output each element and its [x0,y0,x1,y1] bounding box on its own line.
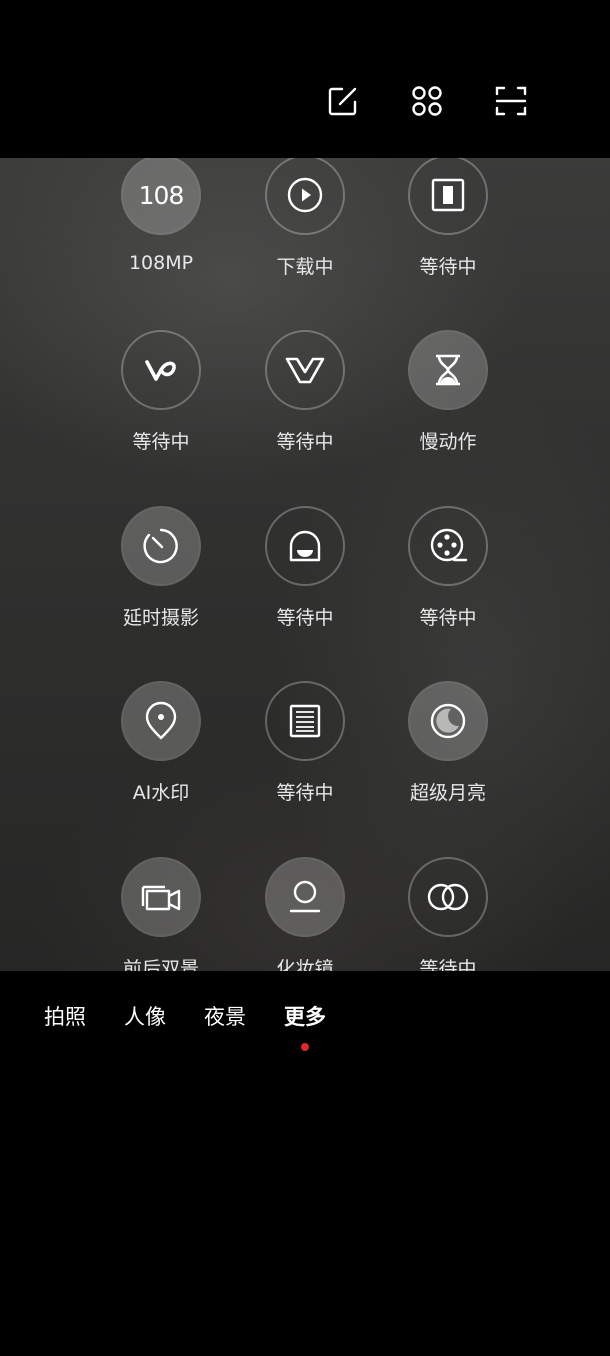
mode-slow-motion[interactable]: 慢动作 [378,330,518,480]
mode-label: 等待中 [276,431,334,453]
mode-ai-watermark[interactable]: AI水印 [91,681,231,831]
mode-icon-circle [408,158,488,235]
v-logo-icon [145,360,176,381]
mode-label: 等待中 [132,431,190,453]
mode-waiting-document[interactable]: 等待中 [235,681,375,831]
mode-label: 超级月亮 [409,782,486,804]
film-reel-icon [430,528,468,562]
mode-label: 108MP [128,252,194,274]
mode-icon-circle [121,330,201,410]
mode-108mp[interactable]: 108 108MP [91,158,231,305]
tab-portrait[interactable]: 人像 [124,1001,166,1031]
frame-icon [431,178,465,212]
grid-four-icon [412,86,442,116]
mode-label: 前后双景 [122,958,199,971]
play-icon [287,177,323,213]
mode-label: AI水印 [132,782,190,804]
mirror-icon [289,880,321,913]
v-outline-icon [285,357,325,384]
apps-button[interactable] [406,80,448,122]
mode-dual-view[interactable]: 前后双景 [91,857,231,971]
mode-waiting-ghost[interactable]: 等待中 [235,506,375,656]
mode-timelapse[interactable]: 延时摄影 [91,506,231,656]
mode-waiting-v-outline[interactable]: 等待中 [235,330,375,480]
mode-label: 化妆镜 [276,958,334,971]
tab-photo[interactable]: 拍照 [44,1001,86,1031]
mode-grid-panel[interactable]: 108 108MP 下载中 等待中 等待中 等待中 慢动作 延时摄影 等待中 等… [0,158,610,971]
hourglass-icon [436,354,460,386]
mode-tab-bar: 拍照 人像 夜景 更多 [0,971,610,1356]
edit-button[interactable] [322,80,364,122]
108-text-icon: 108 [138,180,185,210]
mode-waiting-circles[interactable]: 等待中 [378,857,518,971]
mode-icon-circle [265,857,345,937]
location-pin-icon [145,701,177,740]
mode-label: 等待中 [276,607,334,629]
dual-video-icon [141,885,181,911]
mode-icon-circle [265,681,345,761]
mode-icon-circle [408,330,488,410]
mode-label: 延时摄影 [122,607,199,629]
mode-icon-circle [121,681,201,761]
mode-downloading[interactable]: 下载中 [235,158,375,305]
mode-icon-circle [121,857,201,937]
scan-frame-icon [495,86,527,116]
two-circles-icon [427,883,469,911]
mode-icon-circle [265,158,345,235]
mode-label: 等待中 [419,607,477,629]
mode-icon-circle [121,506,201,586]
active-tab-indicator [301,1043,309,1051]
mode-icon-circle [408,506,488,586]
tab-more[interactable]: 更多 [284,1001,326,1031]
mode-waiting-frame[interactable]: 等待中 [378,158,518,305]
mode-label: 等待中 [419,958,477,971]
mode-waiting-film[interactable]: 等待中 [378,506,518,656]
timer-dial-icon [143,528,178,564]
camera-more-modes-screen: 108 108MP 下载中 等待中 等待中 等待中 慢动作 延时摄影 等待中 等… [0,0,610,1356]
ghost-face-icon [289,530,321,562]
mode-makeup-mirror[interactable]: 化妆镜 [235,857,375,971]
moon-icon [430,703,466,739]
mode-label: 慢动作 [419,431,477,453]
document-lines-icon [289,704,321,738]
tab-night[interactable]: 夜景 [204,1001,246,1031]
mode-super-moon[interactable]: 超级月亮 [378,681,518,831]
mode-waiting-v[interactable]: 等待中 [91,330,231,480]
mode-icon-circle [265,330,345,410]
mode-label: 下载中 [276,256,334,278]
edit-icon [328,87,357,116]
scan-button[interactable] [490,80,532,122]
top-bar [0,0,610,158]
mode-icon-circle [265,506,345,586]
mode-label: 等待中 [276,782,334,804]
mode-label: 等待中 [419,256,477,278]
mode-icon-circle [408,681,488,761]
mode-icon-circle [408,857,488,937]
mode-icon-circle: 108 [121,158,201,235]
